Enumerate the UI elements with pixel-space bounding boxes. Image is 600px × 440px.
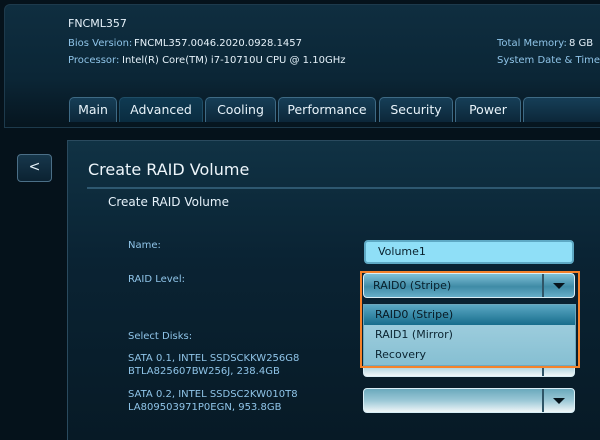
page-title: Create RAID Volume (88, 160, 250, 179)
model-name: FNCML357 (68, 17, 127, 30)
chevron-down-icon[interactable] (553, 398, 565, 404)
tab-more[interactable] (523, 97, 600, 122)
memory-label: Total Memory: (497, 38, 567, 49)
tab-cooling[interactable]: Cooling (205, 97, 276, 122)
disk-2-dropdown[interactable] (363, 388, 575, 413)
bios-value: FNCML357.0046.2020.0928.1457 (134, 38, 303, 49)
tab-performance[interactable]: Performance (278, 97, 376, 122)
tab-power[interactable]: Power (455, 97, 521, 122)
select-disks-label: Select Disks: (128, 331, 193, 342)
raid-level-label: RAID Level: (128, 274, 185, 285)
processor-label: Processor: (68, 55, 120, 66)
memory-value: 8 GB (569, 38, 594, 49)
processor-value: Intel(R) Core(TM) i7-10710U CPU @ 1.10GH… (122, 55, 346, 66)
disk-2-info: SATA 0.2, INTEL SSDSC2KW010T8 LA80950397… (128, 389, 298, 413)
tab-advanced[interactable]: Advanced (119, 97, 203, 122)
divider (87, 187, 600, 189)
datetime-label: System Date & Time: (497, 55, 600, 66)
tab-main[interactable]: Main (69, 97, 117, 122)
back-button[interactable]: < (17, 154, 52, 182)
section-title: Create RAID Volume (108, 195, 229, 209)
disk-1-info: SATA 0.1, INTEL SSDSCKKW256G8 BTLA825607… (128, 353, 300, 377)
highlight-box (360, 271, 580, 368)
name-label: Name: (128, 240, 161, 251)
tab-security[interactable]: Security (379, 97, 453, 122)
bios-label: Bios Version: (68, 38, 133, 49)
name-input[interactable]: Volume1 (364, 240, 574, 264)
